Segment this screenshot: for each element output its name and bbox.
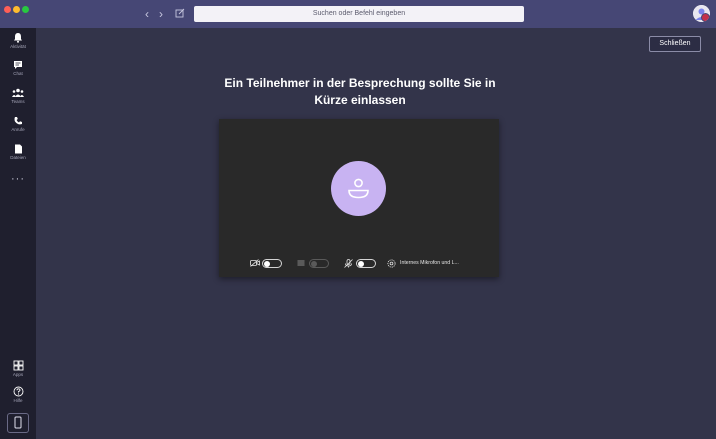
sidebar-item-label: Chat	[13, 71, 23, 76]
avatar[interactable]	[693, 5, 710, 22]
mobile-icon	[14, 416, 22, 429]
video-preview: Internes Mikrofon und L...	[219, 119, 499, 277]
camera-toggle[interactable]	[262, 259, 282, 268]
headline-line-2: Kürze einlassen	[314, 93, 406, 107]
person-icon	[348, 178, 369, 199]
minimize-window-button[interactable]	[13, 6, 20, 13]
close-window-button[interactable]	[4, 6, 11, 13]
teams-icon	[12, 88, 24, 97]
mic-toggle[interactable]	[356, 259, 376, 268]
compose-icon[interactable]	[175, 8, 185, 20]
chevron-left-icon[interactable]: ‹	[145, 8, 149, 20]
chevron-right-icon[interactable]: ›	[159, 8, 163, 20]
status-badge	[701, 13, 710, 22]
search-input[interactable]: Suchen oder Befehl eingeben	[194, 6, 524, 22]
headline-line-1: Ein Teilnehmer in der Besprechung sollte…	[224, 76, 496, 90]
apps-icon	[13, 360, 23, 371]
close-button[interactable]: Schließen	[649, 36, 701, 52]
sidebar-item-files[interactable]: Dateien	[0, 144, 36, 160]
chat-icon	[14, 61, 22, 69]
sidebar-item-help[interactable]: Hilfe	[0, 386, 36, 403]
help-icon	[13, 386, 23, 397]
title-bar: ‹ › Suchen oder Befehl eingeben	[0, 0, 716, 28]
app-rail: Aktivität Chat Teams Anrufe Dateien ···	[0, 28, 36, 439]
sidebar-item-label: Dateien	[10, 155, 26, 160]
sidebar-item-chat[interactable]: Chat	[0, 60, 36, 76]
bell-icon	[14, 33, 22, 43]
sidebar-item-label: Teams	[11, 99, 25, 104]
gear-icon[interactable]	[387, 259, 396, 268]
device-button[interactable]	[7, 413, 29, 433]
page-title: Ein Teilnehmer in der Besprechung sollte…	[220, 75, 500, 109]
camera-off-icon	[250, 259, 260, 267]
sidebar-item-apps[interactable]: Apps	[0, 360, 36, 377]
phone-icon	[14, 117, 22, 125]
sidebar-item-calls[interactable]: Anrufe	[0, 116, 36, 132]
background-blur-icon	[297, 260, 305, 266]
sidebar-item-label: Aktivität	[10, 44, 26, 49]
avatar	[331, 161, 386, 216]
sidebar-item-teams[interactable]: Teams	[0, 88, 36, 104]
maximize-window-button[interactable]	[22, 6, 29, 13]
more-apps-button[interactable]: ···	[0, 174, 36, 185]
sidebar-item-label: Hilfe	[13, 398, 23, 403]
preview-controls: Internes Mikrofon und L...	[219, 257, 499, 271]
audio-device-label[interactable]: Internes Mikrofon und L...	[400, 260, 459, 266]
mic-off-icon	[344, 259, 353, 268]
blur-toggle[interactable]	[309, 259, 329, 268]
sidebar-item-activity[interactable]: Aktivität	[0, 32, 36, 49]
sidebar-item-label: Anrufe	[11, 127, 25, 132]
file-icon	[14, 144, 22, 154]
sidebar-item-label: Apps	[12, 372, 24, 377]
